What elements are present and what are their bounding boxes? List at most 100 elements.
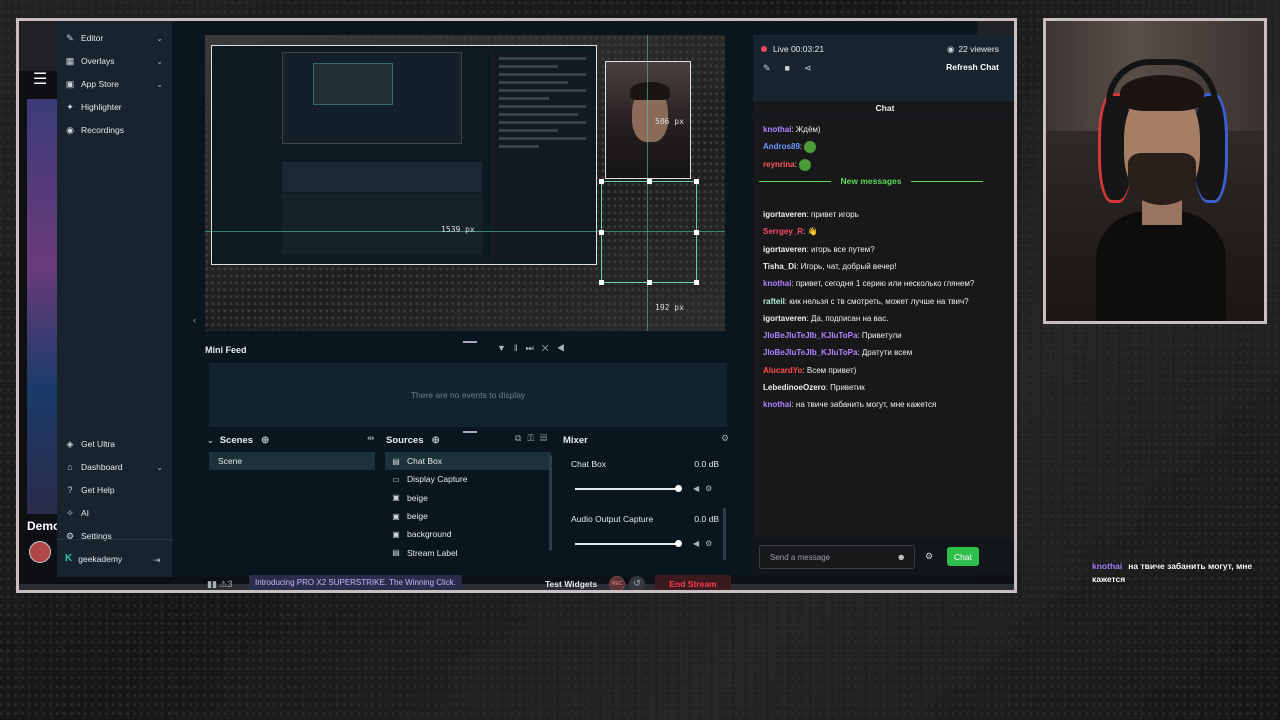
sidebar-item-dashboard[interactable]: ⌂ Dashboard ⌄ — [57, 457, 173, 477]
camera-icon: ■ — [784, 63, 804, 73]
sidebar-item-get-help[interactable]: ? Get Help — [57, 480, 173, 500]
chevron-down-icon[interactable]: ⌄ — [207, 436, 214, 445]
collapse-sidebar-icon[interactable]: ‹ — [193, 315, 196, 325]
mixer-scrollbar[interactable] — [723, 508, 726, 560]
sidebar-item-label: Editor — [81, 33, 104, 43]
top-measure-label: 506 px — [655, 117, 684, 126]
sidebar-item-label: Recordings — [81, 125, 124, 135]
source-item-background[interactable]: ▣ background — [385, 525, 551, 543]
sidebar-item-label: Overlays — [81, 56, 115, 66]
logout-icon[interactable]: ⇥ — [153, 555, 161, 566]
source-item-beige[interactable]: ▣ beige — [385, 507, 551, 525]
chat-username[interactable]: knothai — [763, 279, 791, 288]
gear-icon[interactable]: ⚙ — [705, 484, 718, 493]
chat-username[interactable]: LebedinoeOzero — [763, 383, 826, 392]
volume-icon[interactable]: ◀ — [693, 484, 705, 493]
sources-list: ▤ Chat Box ▭ Display Capture ▣ beige ▣ b… — [385, 452, 551, 562]
eye-icon: ◉ — [946, 44, 955, 54]
chat-username[interactable]: JIoBeJIuTeJIb_KJIuToPa — [763, 331, 857, 340]
pause-icon: ‖ — [513, 343, 526, 353]
scene-transitions-icon[interactable]: ⇹ — [367, 433, 381, 444]
refresh-chat-button[interactable]: Refresh Chat — [946, 62, 999, 72]
sidebar-item-app-store[interactable]: ▣ App Store ⌄ — [57, 74, 173, 94]
replay-buffer-icon[interactable]: ↺ — [629, 576, 645, 590]
chat-text: : Приветули — [857, 331, 902, 341]
sources-scrollbar[interactable] — [549, 455, 552, 551]
chat-tools[interactable]: ✎■⋖ — [763, 63, 826, 74]
record-button[interactable]: REC — [609, 576, 625, 590]
image-icon: ▣ — [392, 511, 400, 521]
sidebar-item-settings[interactable]: ⚙ Settings — [57, 526, 173, 546]
chat-username[interactable]: Serrgey_R — [763, 227, 803, 236]
mixer-settings-icon[interactable]: ⚙ — [721, 433, 735, 444]
source-item-beige[interactable]: ▣ beige — [385, 489, 551, 507]
chat-username[interactable]: igortaveren — [763, 210, 807, 219]
chat-username[interactable]: igortaveren — [763, 314, 807, 323]
dashboard-icon: ⌂ — [67, 462, 73, 472]
scene-label: Scene — [218, 456, 243, 466]
source-tools[interactable]: ⧉⚿▤ — [515, 433, 553, 444]
status-bar: ▮▮ ⚠3 Introducing PRO X2 SUPERSTRIKE. Th… — [205, 573, 735, 590]
menu-icon[interactable]: ☰ — [33, 69, 47, 89]
chat-username[interactable]: AlucardYo — [763, 366, 802, 375]
overlay-chat-message: knothai на твиче забанить могут, мне каже… — [1092, 560, 1272, 586]
chat-username[interactable]: reynrina — [763, 160, 795, 169]
source-item-stream-label[interactable]: ▤ Stream Label — [385, 543, 551, 561]
sidebar-item-overlays[interactable]: ▦ Overlays ⌄ — [57, 51, 173, 71]
chat-text: : Дратути всем — [857, 348, 913, 358]
source-label: beige — [407, 492, 428, 503]
sidebar-item-editor[interactable]: ✎ Editor ⌄ — [57, 28, 173, 48]
chat-username[interactable]: JIoBeJIuTeJIb_KJIuToPa — [763, 348, 857, 357]
skip-icon: ⏭ — [525, 343, 542, 353]
chat-text: : Всем привет) — [802, 365, 857, 375]
source-item-display-capture[interactable]: ▭ Display Capture — [385, 470, 551, 488]
chat-input[interactable]: Send a message ☻ — [759, 545, 915, 569]
avatar[interactable] — [29, 541, 51, 563]
end-stream-button[interactable]: End Stream — [655, 575, 731, 590]
chat-username[interactable]: Andros89 — [763, 142, 800, 151]
chat-message: AlucardYo: Всем привет) — [763, 366, 856, 375]
mini-feed-controls[interactable]: ▼‖⏭✕◀ — [497, 343, 573, 354]
width-measure-label: 1539 px — [441, 225, 475, 234]
stats-icon[interactable]: ▮▮ ⚠3 — [207, 579, 233, 590]
sidebar-item-recordings[interactable]: ◉ Recordings — [57, 120, 173, 140]
sidebar-item-label: Get Help — [81, 485, 115, 495]
stream-preview[interactable]: 1539 px 506 px 192 px — [205, 35, 725, 331]
add-source-icon[interactable]: ⊕ — [432, 435, 440, 446]
sidebar-item-label: Dashboard — [81, 462, 123, 472]
chat-send-button[interactable]: Chat — [947, 547, 979, 566]
chat-username[interactable]: igortaveren — [763, 245, 807, 254]
chat-message: JIoBeJIuTeJIb_KJIuToPa: Дратути всем — [763, 348, 912, 357]
source-item-chat-box[interactable]: ▤ Chat Box — [385, 452, 551, 471]
new-messages-divider: New messages — [759, 176, 983, 186]
add-scene-icon[interactable]: ⊕ — [261, 435, 269, 446]
chevron-down-icon: ⌄ — [156, 56, 163, 66]
image-icon: ▣ — [392, 529, 400, 539]
sidebar-item-highlighter[interactable]: ✦ Highlighter — [57, 97, 173, 117]
chat-username[interactable]: knothai — [763, 400, 791, 409]
share-icon: ⋖ — [803, 63, 826, 73]
promo-banner[interactable]: Introducing PRO X2 SUPERSTRIKE. The Winn… — [249, 575, 462, 590]
volume-slider-handle[interactable] — [675, 540, 682, 547]
kick-logo-icon: K — [65, 553, 73, 564]
scenes-list: Scene — [209, 452, 375, 562]
sidebar-item-ai[interactable]: ✧ AI — [57, 503, 173, 523]
volume-slider[interactable] — [575, 488, 679, 490]
chat-username[interactable]: rafteil — [763, 297, 785, 306]
chat-settings-icon[interactable]: ⚙ — [925, 551, 933, 562]
gear-icon[interactable]: ⚙ — [705, 539, 718, 548]
account-name[interactable]: K geekademy — [65, 553, 122, 564]
sidebar-item-get-ultra[interactable]: ◈ Get Ultra — [57, 434, 173, 454]
test-widgets-button[interactable]: Test Widgets — [545, 579, 597, 589]
feed-resize-handle[interactable] — [463, 431, 477, 433]
selected-source-box[interactable] — [599, 179, 699, 285]
scene-item[interactable]: Scene — [209, 452, 375, 470]
mixer-channel-db: 0.0 dB — [694, 514, 719, 524]
volume-slider[interactable] — [575, 543, 679, 545]
chat-username[interactable]: knothai — [763, 125, 791, 134]
volume-icon[interactable]: ◀ — [693, 539, 705, 548]
volume-slider-handle[interactable] — [675, 485, 682, 492]
chat-username[interactable]: Tisha_Di — [763, 262, 796, 271]
display-capture-source[interactable] — [211, 45, 597, 265]
emoji-icon[interactable]: ☻ — [897, 552, 906, 562]
